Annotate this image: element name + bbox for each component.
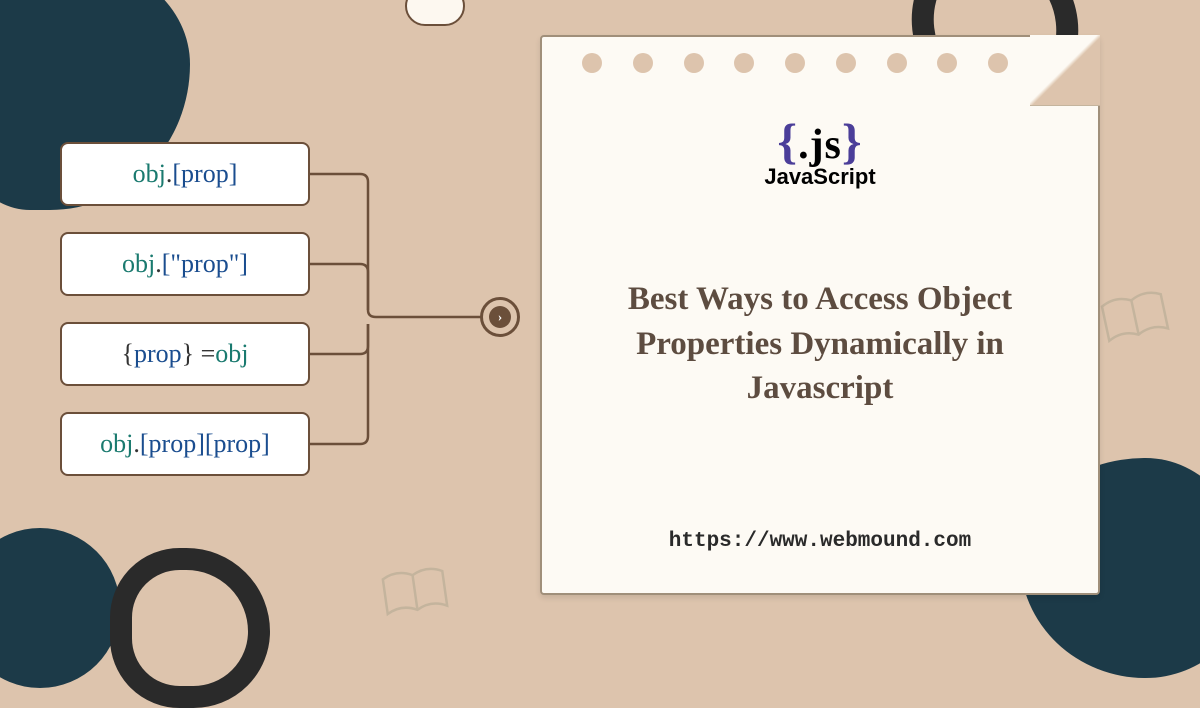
token-brace: } = <box>182 339 216 369</box>
brace-close: } <box>842 113 863 169</box>
chevron-right-icon: › <box>489 306 511 328</box>
brace-open: { <box>777 113 798 169</box>
token-obj: obj <box>133 159 166 189</box>
book-icon <box>377 560 454 624</box>
page-title: Best Ways to Access Object Properties Dy… <box>582 277 1058 411</box>
token-bracket: [prop] <box>172 159 237 189</box>
url-text: https://www.webmound.com <box>542 530 1098 553</box>
token-obj: obj <box>100 429 133 459</box>
token-obj: obj <box>215 339 248 369</box>
token-brace: { <box>121 339 133 369</box>
tab-pill-decoration <box>405 0 465 26</box>
token-bracket: ["prop"] <box>162 249 248 279</box>
code-example-1: obj.[prop] <box>60 142 310 206</box>
token-bracket: [prop][prop] <box>140 429 270 459</box>
logo-braces: {.js} <box>764 112 875 170</box>
code-example-4: obj.[prop][prop] <box>60 412 310 476</box>
blob-bottom-left <box>0 528 120 688</box>
js-logo: {.js} JavaScript <box>764 112 875 190</box>
content-card: {.js} JavaScript Best Ways to Access Obj… <box>540 35 1100 595</box>
token-prop: prop <box>134 339 182 369</box>
code-examples-list: obj.[prop] obj.["prop"] { prop } = obj o… <box>60 142 310 476</box>
paper-holes-decoration <box>582 53 1008 73</box>
code-example-2: obj.["prop"] <box>60 232 310 296</box>
token-obj: obj <box>122 249 155 279</box>
logo-label: JavaScript <box>764 164 875 190</box>
ring-decoration-bottom <box>110 548 270 708</box>
logo-js: .js <box>798 122 842 168</box>
code-example-3: { prop } = obj <box>60 322 310 386</box>
arrow-circle-icon: › <box>480 297 520 337</box>
book-icon <box>1095 283 1175 351</box>
